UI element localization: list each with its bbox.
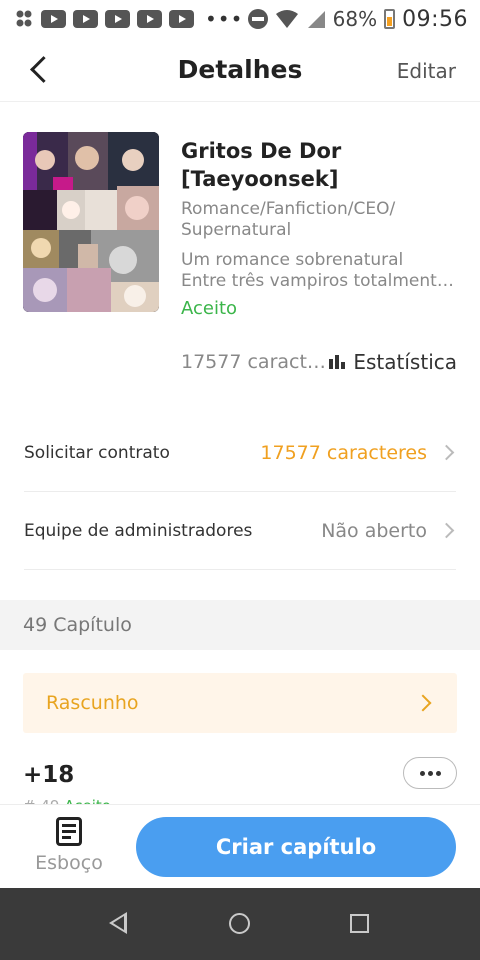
book-description: Um romance sobrenatural Entre três vampi…	[181, 250, 457, 292]
chapter-count-header: 49 Capítulo	[0, 600, 480, 650]
stats-row: 17577 caracte... Estatística	[181, 350, 457, 374]
request-contract-row[interactable]: Solicitar contrato 17577 caracteres	[24, 414, 456, 492]
chevron-right-icon	[414, 694, 432, 712]
bar-chart-icon	[329, 355, 346, 369]
youtube-icon	[73, 10, 98, 28]
description-line: Um romance sobrenatural	[181, 250, 404, 270]
edit-button[interactable]: Editar	[397, 59, 456, 83]
youtube-icon	[169, 10, 194, 28]
battery-icon	[384, 9, 396, 29]
admin-team-row[interactable]: Equipe de administradores Não aberto	[24, 492, 456, 570]
do-not-disturb-icon	[247, 9, 268, 29]
row-label: Solicitar contrato	[24, 442, 170, 463]
youtube-icon	[137, 10, 162, 28]
cover-image	[23, 132, 159, 312]
wifi-icon	[275, 10, 298, 28]
description-line: Entre três vampiros totalmente d...	[181, 271, 457, 291]
bottom-action-bar: Esboço Criar capítulo	[0, 804, 480, 888]
drafts-button[interactable]: Rascunho	[23, 673, 457, 733]
sketch-button[interactable]: Esboço	[24, 817, 114, 879]
status-badge: Aceito	[181, 298, 238, 319]
chapter-title[interactable]: +18	[23, 762, 74, 788]
app-notification-icon	[16, 10, 32, 27]
nav-back-icon[interactable]	[109, 912, 127, 934]
nav-recents-icon[interactable]	[350, 914, 369, 933]
row-value: 17577 caracteres	[260, 441, 427, 464]
youtube-icon	[105, 10, 130, 28]
document-icon	[56, 817, 82, 846]
signal-icon	[307, 11, 325, 28]
book-cover[interactable]	[23, 132, 159, 312]
drafts-label: Rascunho	[46, 692, 139, 714]
top-bar: Detalhes Editar	[0, 38, 480, 102]
statistics-label: Estatística	[353, 350, 457, 374]
status-bar: ••• 68% 09:56	[0, 0, 480, 38]
sketch-label: Esboço	[35, 852, 103, 874]
create-chapter-button[interactable]: Criar capítulo	[136, 817, 456, 877]
system-nav-bar	[0, 888, 480, 960]
chevron-right-icon	[438, 444, 455, 461]
character-count: 17577 caracte...	[181, 351, 329, 373]
row-value: Não aberto	[321, 519, 427, 542]
statistics-button[interactable]: Estatística	[329, 350, 457, 374]
book-genre: Romance/Fanfiction/CEO/ Supernatural	[181, 199, 396, 240]
clock: 09:56	[402, 6, 468, 32]
book-title: Gritos De Dor [Taeyoonsek]	[181, 139, 342, 191]
chevron-right-icon	[438, 522, 455, 539]
battery-percent: 68%	[332, 7, 378, 31]
row-label: Equipe de administradores	[24, 520, 253, 541]
nav-home-icon[interactable]	[229, 913, 250, 934]
more-notifications-icon: •••	[205, 7, 244, 31]
youtube-icon	[41, 10, 66, 28]
more-options-button[interactable]	[403, 757, 457, 789]
